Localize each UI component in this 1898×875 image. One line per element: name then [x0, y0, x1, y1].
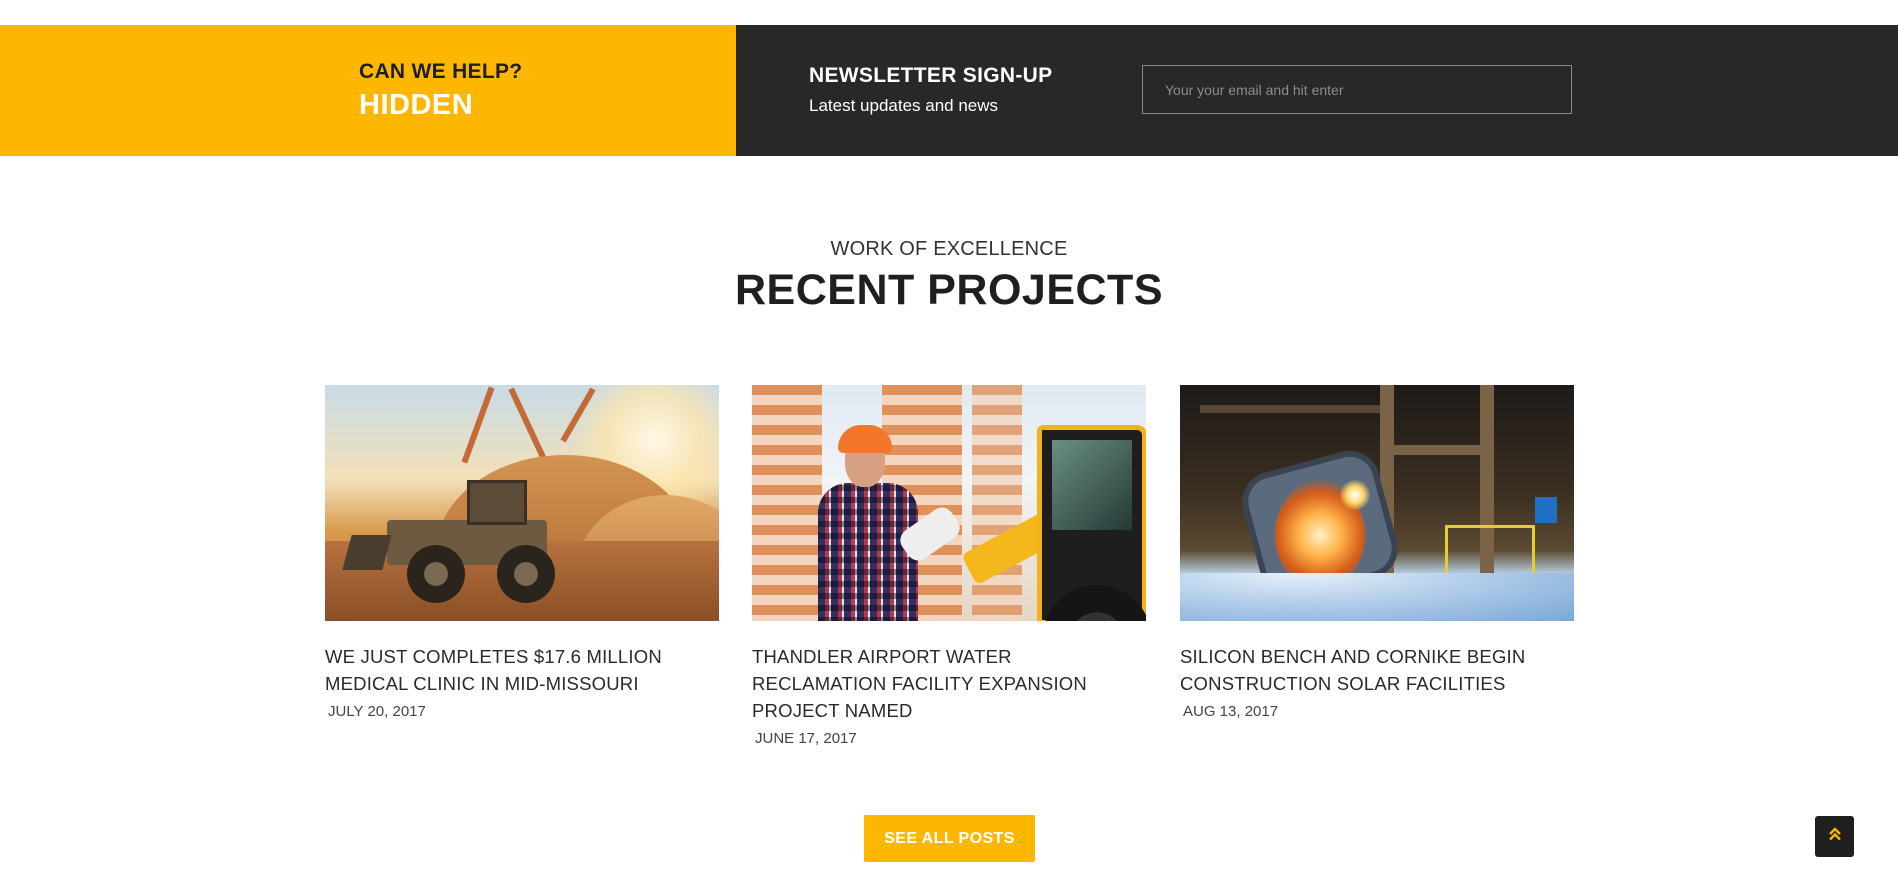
newsletter-email-input[interactable]: [1142, 65, 1572, 114]
section-kicker: WORK OF EXCELLENCE: [830, 238, 1068, 260]
help-value: HIDDEN: [359, 89, 474, 121]
steel-foundry-photo[interactable]: [1180, 385, 1574, 621]
project-card[interactable]: WE JUST COMPLETES $17.6 MILLION MEDICAL …: [325, 385, 719, 720]
project-date: JUNE 17, 2017: [755, 730, 857, 747]
project-title[interactable]: THANDLER AIRPORT WATER RECLAMATION FACIL…: [752, 643, 1146, 724]
double-chevron-up-icon: [1828, 827, 1841, 846]
project-card[interactable]: SILICON BENCH AND CORNIKE BEGIN CONSTRUC…: [1180, 385, 1574, 720]
top-bar: CAN WE HELP? HIDDEN NEWSLETTER SIGN-UP L…: [0, 25, 1898, 156]
project-date: JULY 20, 2017: [328, 703, 426, 720]
project-title[interactable]: SILICON BENCH AND CORNIKE BEGIN CONSTRUC…: [1180, 643, 1574, 697]
help-question: CAN WE HELP?: [359, 60, 523, 83]
newsletter-subtitle: Latest updates and news: [809, 96, 999, 115]
project-title[interactable]: WE JUST COMPLETES $17.6 MILLION MEDICAL …: [325, 643, 719, 697]
newsletter-panel: NEWSLETTER SIGN-UP Latest updates and ne…: [736, 25, 1898, 156]
project-card[interactable]: THANDLER AIRPORT WATER RECLAMATION FACIL…: [752, 385, 1146, 747]
see-all-posts-button[interactable]: SEE ALL POSTS: [864, 815, 1035, 862]
back-to-top-button[interactable]: [1815, 816, 1854, 857]
project-date: AUG 13, 2017: [1183, 703, 1279, 720]
section-title: RECENT PROJECTS: [734, 266, 1163, 314]
engineer-with-excavator-photo[interactable]: [752, 385, 1146, 621]
newsletter-title: NEWSLETTER SIGN-UP: [809, 64, 1053, 87]
wheel-loader-photo[interactable]: [325, 385, 719, 621]
help-panel: CAN WE HELP? HIDDEN: [0, 25, 736, 156]
